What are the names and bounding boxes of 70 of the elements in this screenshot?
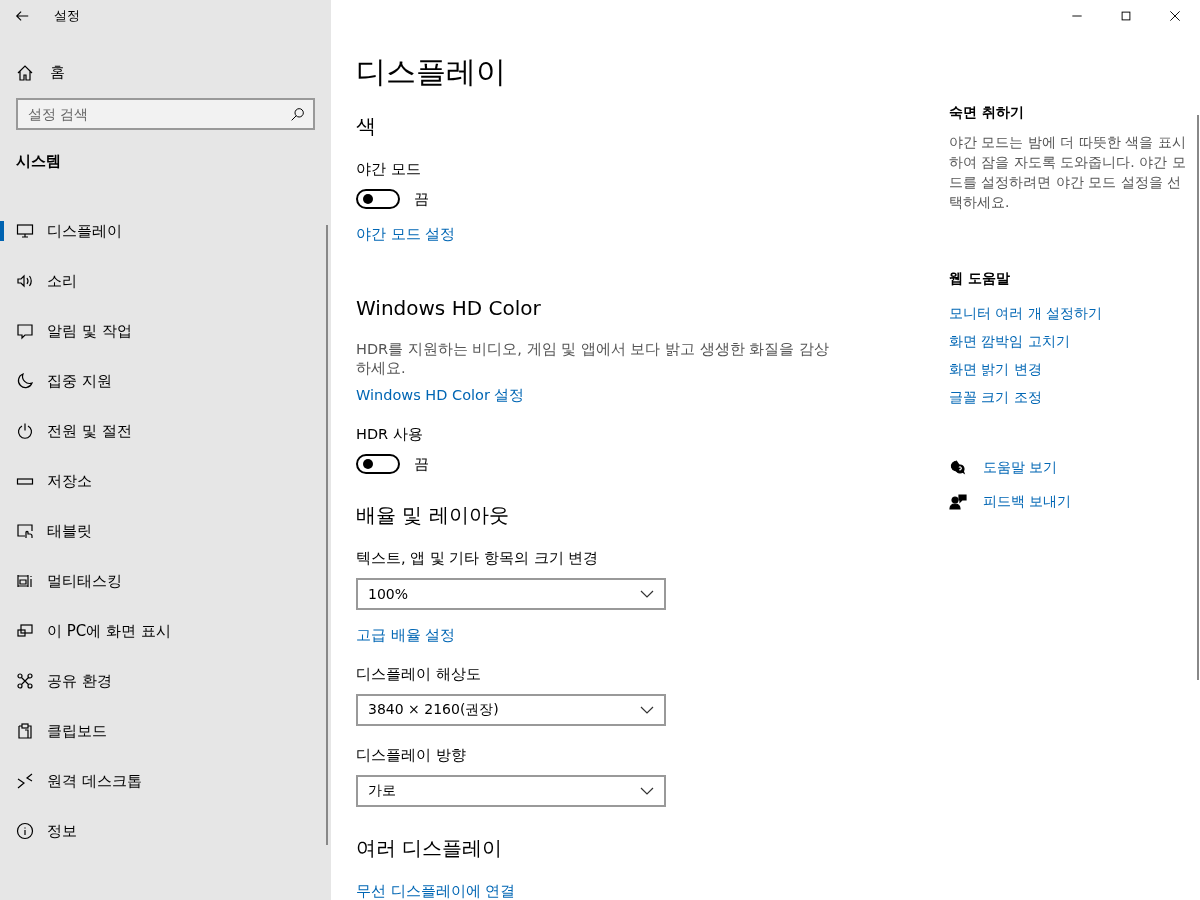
- sidebar-item[interactable]: 소리: [0, 256, 331, 306]
- sidebar-item[interactable]: 집중 지원: [0, 356, 331, 406]
- page-title: 디스플레이: [356, 53, 507, 91]
- home-icon: [16, 63, 34, 82]
- clipboard-icon: [16, 722, 34, 740]
- crescent-moon-icon: [16, 372, 34, 390]
- dropdown[interactable]: 3840 × 2160(권장): [356, 694, 666, 726]
- panel-description: 야간 모드는 밤에 더 따뜻한 색을 표시하여 잠을 자도록 도와줍니다. 야간 모드를 설정하려면 야간 모드 설정을 선택하세요.: [949, 133, 1187, 212]
- info-icon: [16, 822, 34, 840]
- help-action-link[interactable]: 피드백 보내기: [949, 493, 1072, 511]
- feedback-person-icon: [949, 493, 967, 511]
- toggle-state-label: 끔: [414, 454, 429, 474]
- sidebar-item[interactable]: 멀티태스킹: [0, 556, 331, 606]
- chevron-down-icon: [640, 590, 654, 598]
- panel-heading: 웹 도움말: [949, 270, 1011, 288]
- help-bubble-icon: [949, 459, 967, 477]
- projector-screen-icon: [16, 622, 34, 640]
- dropdown[interactable]: 100%: [356, 578, 666, 610]
- maximize-icon[interactable]: [1119, 9, 1133, 23]
- setting-label: 디스플레이 해상도: [356, 665, 482, 684]
- sidebar-item[interactable]: 정보: [0, 806, 331, 856]
- close-icon[interactable]: [1168, 9, 1182, 23]
- description-text: HDR를 지원하는 비디오, 게임 및 앱에서 보다 밝고 생생한 화질을 감상하세요.: [356, 340, 830, 378]
- share-nodes-icon: [16, 672, 34, 690]
- sidebar-item[interactable]: 전원 및 절전: [0, 406, 331, 456]
- help-action-link[interactable]: 도움말 보기: [949, 459, 1058, 477]
- help-link[interactable]: 화면 깜박임 고치기: [949, 333, 1070, 351]
- multitasking-icon: [16, 572, 34, 590]
- help-link[interactable]: 화면 밝기 변경: [949, 361, 1042, 379]
- section-heading: 시스템: [16, 152, 62, 171]
- section-heading: 배율 및 레이아웃: [356, 502, 510, 529]
- settings-link[interactable]: 고급 배율 설정: [356, 626, 456, 645]
- toggle-state-label: 끔: [414, 189, 429, 209]
- setting-label: HDR 사용: [356, 425, 424, 444]
- help-link[interactable]: 글꼴 크기 조정: [949, 389, 1042, 407]
- setting-label: 디스플레이 방향: [356, 746, 467, 765]
- help-link[interactable]: 모니터 여러 개 설정하기: [949, 305, 1103, 323]
- panel-heading: 숙면 취하기: [949, 104, 1025, 122]
- section-heading: 색: [356, 113, 377, 140]
- monitor-icon: [16, 222, 34, 240]
- speaker-icon: [16, 272, 34, 290]
- power-icon: [16, 422, 34, 440]
- sidebar-item[interactable]: 저장소: [0, 456, 331, 506]
- dropdown[interactable]: 가로: [356, 775, 666, 807]
- chevron-down-icon: [640, 787, 654, 795]
- sidebar-item[interactable]: 디스플레이: [0, 206, 331, 256]
- sidebar-item[interactable]: 이 PC에 화면 표시: [0, 606, 331, 656]
- toggle-switch[interactable]: [356, 454, 400, 474]
- toggle-switch[interactable]: [356, 189, 400, 209]
- sidebar-item[interactable]: 태블릿: [0, 506, 331, 556]
- sidebar-item[interactable]: 클립보드: [0, 706, 331, 756]
- home-link[interactable]: 홈: [16, 59, 65, 86]
- setting-label: 야간 모드: [356, 160, 422, 179]
- speech-bubble-icon: [16, 322, 34, 340]
- tablet-touch-icon: [16, 522, 34, 540]
- settings-link[interactable]: Windows HD Color 설정: [356, 386, 525, 405]
- chevron-down-icon: [640, 706, 654, 714]
- sidebar-item[interactable]: 원격 데스크톱: [0, 756, 331, 806]
- settings-link[interactable]: 야간 모드 설정: [356, 225, 456, 244]
- sidebar-item[interactable]: 공유 환경: [0, 656, 331, 706]
- sidebar-item[interactable]: 알림 및 작업: [0, 306, 331, 356]
- window-title: 설정: [54, 7, 80, 25]
- settings-link[interactable]: 무선 디스플레이에 연결: [356, 882, 516, 900]
- search-icon: [290, 107, 305, 122]
- section-heading: Windows HD Color: [356, 296, 542, 320]
- remote-arrows-icon: [16, 772, 34, 790]
- section-heading: 여러 디스플레이: [356, 835, 504, 862]
- back-arrow-icon: [14, 8, 30, 24]
- setting-label: 텍스트, 앱 및 기타 항목의 크기 변경: [356, 549, 600, 568]
- search-field[interactable]: 설정 검색: [16, 98, 315, 130]
